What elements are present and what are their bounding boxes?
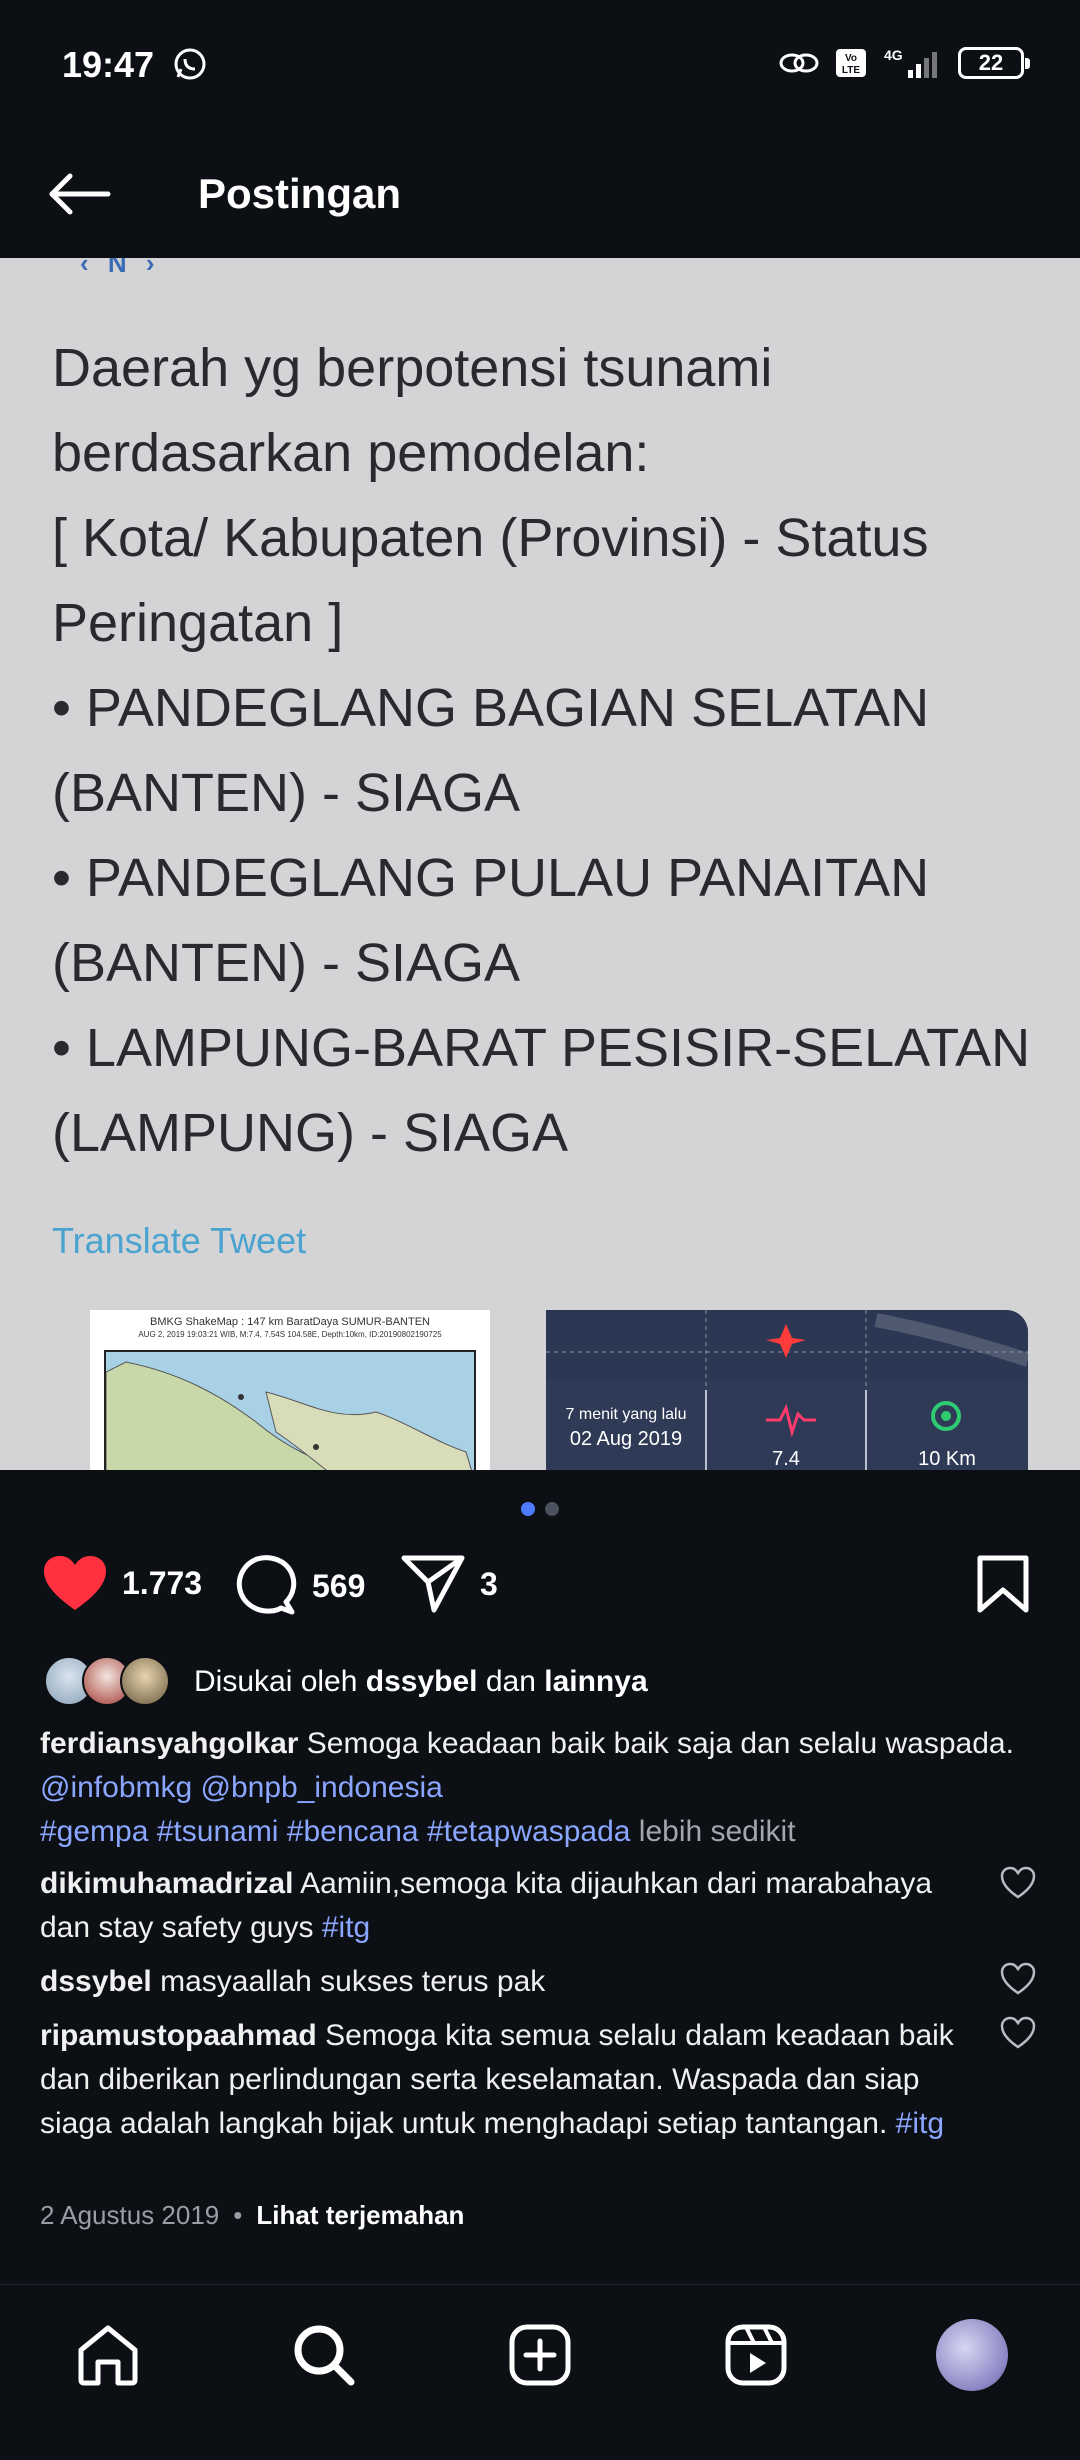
shakemap-frame xyxy=(104,1350,476,1470)
4g-signal-icon: 4G xyxy=(884,47,937,78)
earthquake-time-ago: 7 menit yang lalu xyxy=(565,1406,687,1423)
comment-count: 569 xyxy=(312,1567,366,1604)
translate-tweet-link: Translate Tweet xyxy=(52,1220,307,1261)
tweet-cut-text: ‹ N › xyxy=(80,258,161,278)
shakemap-title: BMKG ShakeMap : 147 km BaratDaya SUMUR-B… xyxy=(150,1316,430,1328)
share-action[interactable]: 3 xyxy=(400,1554,498,1614)
like-count: 1.773 xyxy=(122,1564,203,1601)
post-meta: 2 Agustus 2019 • Lihat terjemahan xyxy=(40,2200,464,2231)
caption-text: Semoga keadaan baik baik saja dan selalu… xyxy=(306,1727,1014,1760)
search-icon[interactable] xyxy=(291,2322,357,2388)
avatar xyxy=(120,1656,170,1706)
liked-by-connector: dan xyxy=(485,1665,536,1698)
shakemap-thumbnail: BMKG ShakeMap : 147 km BaratDaya SUMUR-B… xyxy=(90,1310,490,1470)
home-icon[interactable] xyxy=(75,2322,141,2388)
liked-by-prefix: Disukai oleh xyxy=(194,1665,358,1698)
comment-text: masyaallah sukses terus pak xyxy=(160,1965,546,1998)
tweet-text: Daerah yg berpotensi tsunami berdasarkan… xyxy=(52,338,1031,1163)
caption-username[interactable]: ferdiansyahgolkar xyxy=(40,1727,298,1760)
svg-text:LTE: LTE xyxy=(842,65,860,76)
page-title: Postingan xyxy=(198,170,402,217)
nav-reels[interactable] xyxy=(716,2315,796,2395)
share-count: 3 xyxy=(480,1565,498,1602)
bottom-navigation xyxy=(0,2284,1080,2460)
status-bar: 19:47 Vo LTE 4G 22 xyxy=(0,0,1080,130)
comment-hashtag[interactable]: #itg xyxy=(322,1911,370,1944)
earthquake-info-card: 7 menit yang lalu 02 Aug 2019 7.4 10 Km xyxy=(546,1310,1028,1470)
comment-like-heart-icon[interactable] xyxy=(1000,1866,1036,1900)
post-caption: ferdiansyahgolkar Semoga keadaan baik ba… xyxy=(40,1722,1040,1854)
comment-item: ripamustopaahmad Semoga kita semua selal… xyxy=(40,2014,970,2146)
heart-filled-icon[interactable] xyxy=(42,1554,108,1612)
liked-by-avatars xyxy=(44,1656,174,1708)
liked-by-user[interactable]: dssybel xyxy=(366,1665,478,1698)
earthquake-date: 02 Aug 2019 xyxy=(569,1428,683,1450)
comment-username[interactable]: dssybel xyxy=(40,1965,152,1998)
shakemap-drawing xyxy=(105,1361,472,1470)
comment-icon[interactable] xyxy=(234,1554,298,1618)
bookmark-icon[interactable] xyxy=(976,1554,1030,1614)
liked-by-text: Disukai oleh dssybel dan lainnya xyxy=(194,1665,648,1699)
carousel-indicator xyxy=(0,1502,1080,1516)
comment-username[interactable]: ripamustopaahmad xyxy=(40,2019,317,2052)
see-translation-link[interactable]: Lihat terjemahan xyxy=(256,2200,464,2231)
battery-icon: 22 xyxy=(958,47,1030,79)
comment-item: dikimuhamadrizal Aamiin,semoga kita dija… xyxy=(40,1862,970,1950)
svg-text:Vo: Vo xyxy=(845,53,857,64)
save-action[interactable] xyxy=(976,1554,1030,1614)
send-icon[interactable] xyxy=(400,1554,466,1614)
nav-home[interactable] xyxy=(68,2315,148,2395)
back-button[interactable] xyxy=(40,156,120,232)
profile-avatar[interactable] xyxy=(936,2319,1008,2391)
meta-separator: • xyxy=(233,2200,243,2230)
like-action[interactable]: 1.773 xyxy=(42,1554,202,1612)
liked-by-row[interactable]: Disukai oleh dssybel dan lainnya xyxy=(44,1654,1044,1710)
carousel-dot xyxy=(545,1502,559,1516)
caption-less-link[interactable]: lebih sedikit xyxy=(639,1815,796,1848)
nav-profile[interactable] xyxy=(932,2315,1012,2395)
nav-search[interactable] xyxy=(284,2315,364,2395)
post-actions: 1.773 569 3 xyxy=(0,1548,1080,1628)
comment-item: dssybel masyaallah sukses terus pak xyxy=(40,1960,970,2004)
reels-icon[interactable] xyxy=(724,2323,788,2387)
comment-hashtag[interactable]: #itg xyxy=(896,2107,944,2140)
post-image[interactable]: ‹ N › Daerah yg berpotensi tsunami berda… xyxy=(0,258,1080,1470)
whatsapp-icon xyxy=(174,48,206,80)
comment-username[interactable]: dikimuhamadrizal xyxy=(40,1867,293,1900)
create-icon[interactable] xyxy=(508,2323,572,2387)
arrow-left-icon xyxy=(49,173,111,215)
status-time: 19:47 xyxy=(62,44,155,85)
comment-action[interactable]: 569 xyxy=(234,1554,365,1618)
comment-like-heart-icon[interactable] xyxy=(1000,1962,1036,1996)
post-date: 2 Agustus 2019 xyxy=(40,2200,220,2230)
svg-text:4G: 4G xyxy=(884,47,903,63)
earthquake-magnitude: 7.4 xyxy=(772,1448,800,1470)
caption-mentions[interactable]: @infobmkg @bnpb_indonesia xyxy=(40,1771,443,1804)
liked-by-others[interactable]: lainnya xyxy=(544,1665,647,1698)
comment-like-heart-icon[interactable] xyxy=(1000,2016,1036,2050)
caption-hashtags[interactable]: #gempa #tsunami #bencana #tetapwaspada xyxy=(40,1815,630,1848)
nav-create[interactable] xyxy=(500,2315,580,2395)
carousel-dot-active xyxy=(521,1502,535,1516)
top-app-bar: Postingan xyxy=(0,130,1080,258)
link-icon xyxy=(779,53,819,73)
volte-icon: Vo LTE xyxy=(836,49,866,77)
earthquake-depth: 10 Km xyxy=(918,1448,976,1470)
shakemap-subtitle: AUG 2, 2019 19:03:21 WIB, M:7.4, 7.54S 1… xyxy=(138,1330,442,1339)
